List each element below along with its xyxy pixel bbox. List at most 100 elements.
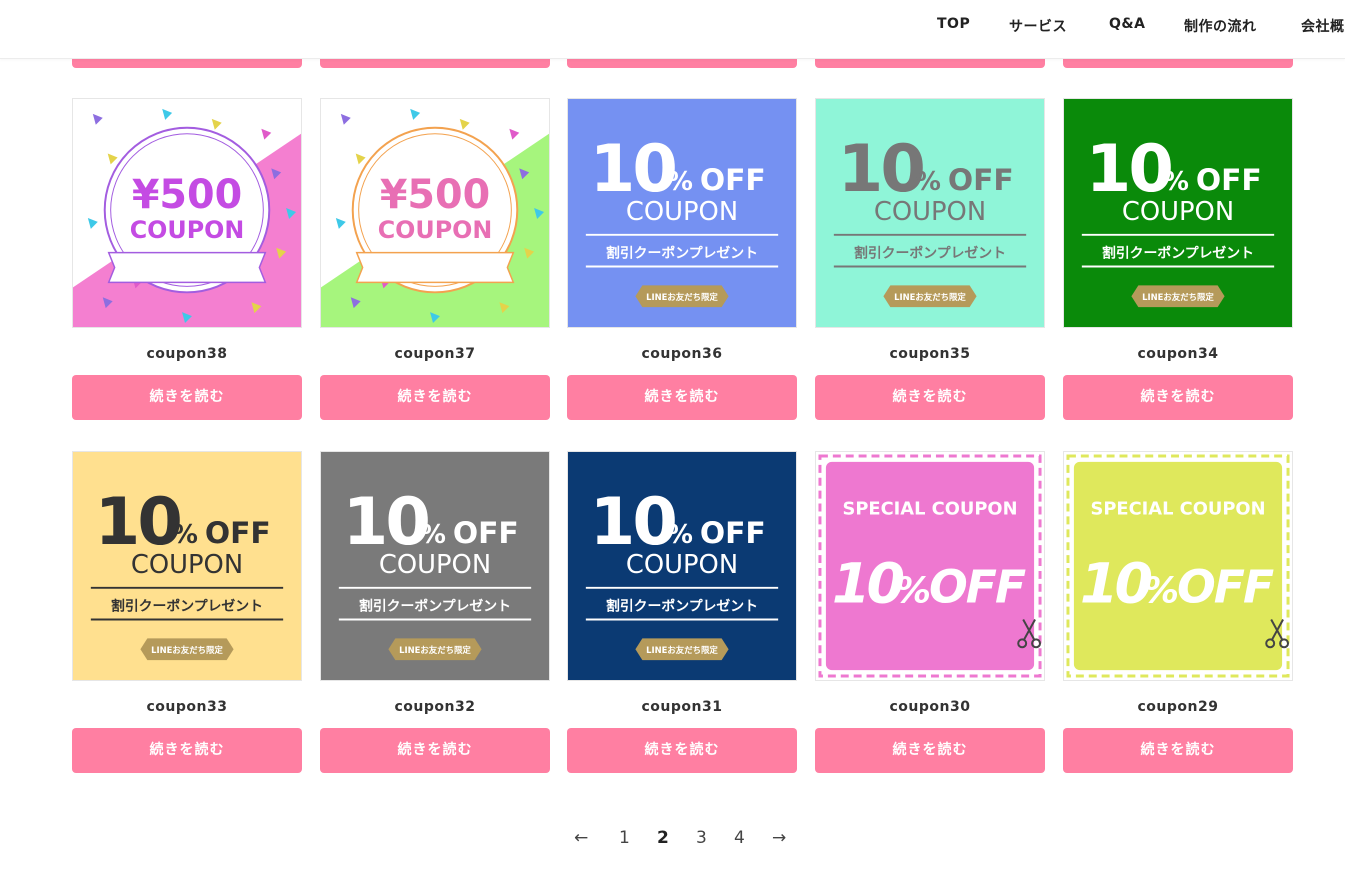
page-link-3[interactable]: 3 bbox=[696, 828, 707, 848]
prev-page-arrow-icon[interactable]: ← bbox=[574, 828, 588, 848]
pagination: ← 1 2 3 4 → bbox=[0, 828, 1345, 852]
coupon-badge: LINEお友だち限定 bbox=[151, 645, 223, 655]
ribbon-shape bbox=[355, 251, 515, 284]
read-more-button[interactable]: 続きを読む bbox=[72, 375, 302, 420]
read-more-button[interactable]: 続きを読む bbox=[320, 375, 550, 420]
coupon-label: COUPON bbox=[131, 550, 243, 580]
coupon-subtitle: 割引クーポンプレゼント bbox=[359, 598, 511, 615]
post-thumbnail[interactable]: 10% OFF COUPON 割引クーポンプレゼント LINEお友だち限定 bbox=[72, 451, 302, 681]
current-page: 2 bbox=[657, 828, 669, 848]
coupon-off: OFF bbox=[700, 163, 766, 198]
post-thumbnail[interactable]: SPECIAL COUPON 10% OFF bbox=[815, 451, 1045, 681]
post-card: ¥500 COUPON coupon38 続きを読む bbox=[72, 98, 302, 420]
post-title[interactable]: coupon35 bbox=[815, 345, 1045, 363]
coupon-image: 10% OFFCOUPON 割引クーポンプレゼント LINEお友だち限定 bbox=[73, 452, 301, 680]
post-thumbnail[interactable]: 10% OFF COUPON 割引クーポンプレゼント LINEお友だち限定 bbox=[1063, 98, 1293, 328]
coupon-label: COUPON bbox=[626, 550, 738, 580]
post-title[interactable]: coupon29 bbox=[1063, 698, 1293, 716]
nav-item-company[interactable]: 会社概要 bbox=[1301, 16, 1345, 36]
post-thumbnail[interactable]: ¥500 COUPON bbox=[320, 98, 550, 328]
coupon-off: OFF bbox=[948, 163, 1014, 198]
coupon-amount: ¥500 bbox=[380, 172, 490, 218]
coupon-off: OFF bbox=[1177, 561, 1274, 614]
coupon-amount: 10 bbox=[1086, 131, 1172, 207]
read-more-button[interactable]: 続きを読む bbox=[1063, 375, 1293, 420]
coupon-percent: % bbox=[915, 167, 941, 197]
coupon-subtitle: 割引クーポンプレゼント bbox=[1102, 245, 1254, 262]
post-card: 10% OFF COUPON 割引クーポンプレゼント LINEお友だち限定 coupon… bbox=[1063, 98, 1293, 420]
coupon-amount: 10 bbox=[590, 131, 676, 207]
post-thumbnail[interactable]: SPECIAL COUPON 10% OFF bbox=[1063, 451, 1293, 681]
post-card: 10% OFF COUPON 割引クーポンプレゼント LINEお友だち限定 coupon… bbox=[567, 451, 797, 773]
read-more-button[interactable]: 続きを読む bbox=[1063, 728, 1293, 773]
coupon-subtitle: 割引クーポンプレゼント bbox=[111, 598, 263, 615]
coupon-amount: ¥500 bbox=[132, 172, 242, 218]
post-thumbnail[interactable]: ¥500 COUPON bbox=[72, 98, 302, 328]
coupon-heading: SPECIAL COUPON bbox=[1090, 498, 1265, 519]
coupon-off: OFF bbox=[453, 516, 519, 551]
post-card: 10% OFF COUPON 割引クーポンプレゼント LINEお友だち限定 coupon… bbox=[72, 451, 302, 773]
coupon-percent: % bbox=[667, 167, 693, 197]
coupon-percent: % bbox=[172, 520, 198, 550]
post-card: ¥500 COUPON coupon37 続きを読む bbox=[320, 98, 550, 420]
coupon-label: COUPON bbox=[874, 197, 986, 227]
next-page-arrow-icon[interactable]: → bbox=[772, 828, 786, 848]
post-card: SPECIAL COUPON 10% OFF coupon29 続きを読む bbox=[1063, 451, 1293, 773]
post-thumbnail[interactable]: 10% OFF COUPON 割引クーポンプレゼント LINEお友だち限定 bbox=[815, 98, 1045, 328]
coupon-amount: 10 bbox=[95, 484, 181, 560]
post-thumbnail[interactable]: 10% OFF COUPON 割引クーポンプレゼント LINEお友だち限定 bbox=[567, 451, 797, 681]
coupon-label: COUPON bbox=[1122, 197, 1234, 227]
coupon-badge: LINEお友だち限定 bbox=[399, 645, 471, 655]
post-title[interactable]: coupon36 bbox=[567, 345, 797, 363]
coupon-image: SPECIAL COUPON 10%OFF bbox=[1064, 452, 1292, 680]
coupon-percent: % bbox=[895, 571, 931, 612]
coupon-off: OFF bbox=[205, 516, 271, 551]
post-title[interactable]: coupon37 bbox=[320, 345, 550, 363]
coupon-image: ¥500COUPON bbox=[73, 99, 301, 327]
nav-item-service[interactable]: サービス bbox=[1009, 16, 1067, 36]
read-more-button[interactable]: 続きを読む bbox=[320, 728, 550, 773]
nav-item-qa[interactable]: Q&A bbox=[1109, 16, 1145, 32]
post-title[interactable]: coupon38 bbox=[72, 345, 302, 363]
page-link-1[interactable]: 1 bbox=[619, 828, 630, 848]
post-title[interactable]: coupon33 bbox=[72, 698, 302, 716]
coupon-percent: % bbox=[420, 520, 446, 550]
coupon-image: ¥500COUPON bbox=[321, 99, 549, 327]
coupon-amount: 10 bbox=[590, 484, 676, 560]
read-more-button[interactable]: 続きを読む bbox=[815, 728, 1045, 773]
read-more-button[interactable]: 続きを読む bbox=[815, 375, 1045, 420]
page-link-4[interactable]: 4 bbox=[734, 828, 745, 848]
coupon-amount: 10 bbox=[838, 131, 924, 207]
nav-item-top[interactable]: TOP bbox=[937, 16, 970, 32]
coupon-percent: % bbox=[1163, 167, 1189, 197]
coupon-label: COUPON bbox=[626, 197, 738, 227]
coupon-badge: LINEお友だち限定 bbox=[646, 645, 718, 655]
post-title[interactable]: coupon32 bbox=[320, 698, 550, 716]
coupon-badge: LINEお友だち限定 bbox=[894, 292, 966, 302]
coupon-amount: 10 bbox=[832, 552, 904, 617]
ribbon-shape bbox=[107, 251, 267, 284]
post-title[interactable]: coupon30 bbox=[815, 698, 1045, 716]
coupon-subtitle: 割引クーポンプレゼント bbox=[606, 245, 758, 262]
coupon-image: SPECIAL COUPON 10%OFF bbox=[816, 452, 1044, 680]
post-title[interactable]: coupon34 bbox=[1063, 345, 1293, 363]
read-more-button[interactable]: 続きを読む bbox=[567, 728, 797, 773]
coupon-percent: % bbox=[667, 520, 693, 550]
coupon-percent: % bbox=[1143, 571, 1179, 612]
post-card: 10% OFF COUPON 割引クーポンプレゼント LINEお友だち限定 coupon… bbox=[815, 98, 1045, 420]
coupon-badge: LINEお友だち限定 bbox=[646, 292, 718, 302]
coupon-image: 10% OFFCOUPON 割引クーポンプレゼント LINEお友だち限定 bbox=[321, 452, 549, 680]
post-thumbnail[interactable]: 10% OFF COUPON 割引クーポンプレゼント LINEお友だち限定 bbox=[320, 451, 550, 681]
coupon-image: 10% OFFCOUPON 割引クーポンプレゼント LINEお友だち限定 bbox=[568, 99, 796, 327]
coupon-label: COUPON bbox=[379, 550, 491, 580]
coupon-graphic: SPECIAL COUPON 10%OFF bbox=[1066, 454, 1290, 678]
coupon-label: COUPON bbox=[378, 216, 493, 244]
coupon-amount: 10 bbox=[1080, 552, 1152, 617]
read-more-button[interactable]: 続きを読む bbox=[567, 375, 797, 420]
post-title[interactable]: coupon31 bbox=[567, 698, 797, 716]
read-more-button[interactable]: 続きを読む bbox=[72, 728, 302, 773]
coupon-off: OFF bbox=[1196, 163, 1262, 198]
post-thumbnail[interactable]: 10% OFF COUPON 割引クーポンプレゼント LINEお友だち限定 bbox=[567, 98, 797, 328]
nav-item-flow[interactable]: 制作の流れ bbox=[1184, 16, 1257, 36]
post-card: 10% OFF COUPON 割引クーポンプレゼント LINEお友だち限定 coupon… bbox=[320, 451, 550, 773]
